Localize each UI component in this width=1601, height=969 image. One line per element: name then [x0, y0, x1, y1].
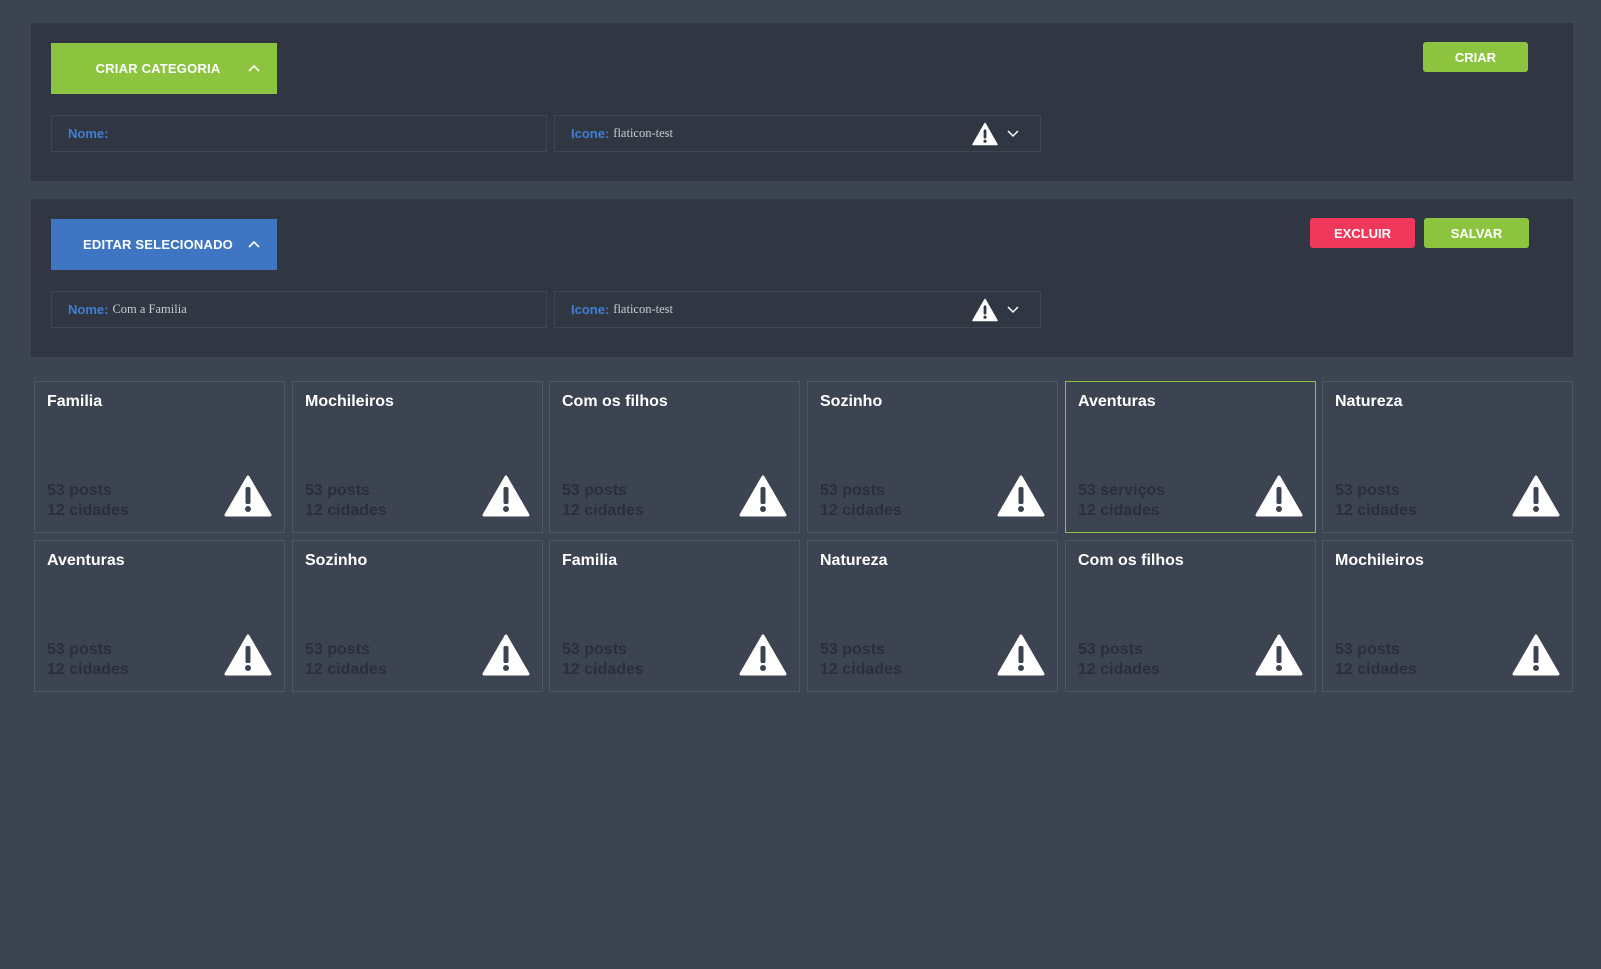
edit-selected-label: EDITAR SELECIONADO: [83, 237, 233, 252]
category-stats: 53 posts 12 cidades: [562, 640, 644, 680]
create-icon-value: flaticon-test: [613, 126, 673, 140]
edit-icon-select[interactable]: Icone: flaticon-test: [554, 291, 1041, 328]
category-stats: 53 posts 12 cidades: [820, 481, 902, 521]
category-card[interactable]: Sozinho 53 posts 12 cidades: [292, 540, 543, 692]
create-category-toggle[interactable]: CRIAR CATEGORIA: [51, 43, 277, 94]
category-card[interactable]: Mochileiros 53 posts 12 cidades: [1322, 540, 1573, 692]
category-count: 53 posts: [1335, 641, 1400, 658]
category-count: 53 posts: [820, 641, 885, 658]
save-button[interactable]: SALVAR: [1424, 218, 1529, 248]
category-title: Familia: [562, 552, 618, 569]
category-title: Natureza: [820, 552, 888, 569]
category-stats: 53 posts 12 cidades: [47, 640, 129, 680]
category-title: Aventuras: [47, 552, 125, 569]
category-title: Natureza: [1335, 393, 1403, 410]
category-cities: 12 cidades: [1078, 502, 1160, 519]
category-count: 53 posts: [562, 482, 627, 499]
category-card[interactable]: Aventuras 53 posts 12 cidades: [34, 540, 285, 692]
category-count: 53 posts: [1335, 482, 1400, 499]
warning-icon: [972, 298, 998, 322]
category-stats: 53 serviços 12 cidades: [1078, 481, 1165, 521]
warning-icon: [224, 634, 272, 676]
create-button[interactable]: CRIAR: [1423, 42, 1528, 72]
category-cities: 12 cidades: [305, 661, 387, 678]
category-card[interactable]: Com os filhos 53 posts 12 cidades: [1065, 540, 1316, 692]
category-count: 53 posts: [305, 641, 370, 658]
category-cities: 12 cidades: [305, 502, 387, 519]
edit-icon-label: Icone:: [571, 302, 610, 317]
create-icon-label: Icone:: [571, 126, 610, 141]
edit-icon-value: flaticon-test: [613, 302, 673, 316]
warning-icon: [972, 122, 998, 146]
category-card[interactable]: Natureza 53 posts 12 cidades: [1322, 381, 1573, 533]
warning-icon: [224, 475, 272, 517]
category-stats: 53 posts 12 cidades: [820, 640, 902, 680]
category-card[interactable]: Mochileiros 53 posts 12 cidades: [292, 381, 543, 533]
warning-icon: [1255, 475, 1303, 517]
category-card[interactable]: Com os filhos 53 posts 12 cidades: [549, 381, 800, 533]
create-category-panel: CRIAR CATEGORIA CRIAR Nome: Icone: flati…: [31, 23, 1573, 181]
category-card[interactable]: Sozinho 53 posts 12 cidades: [807, 381, 1058, 533]
category-count: 53 posts: [47, 641, 112, 658]
category-title: Mochileiros: [1335, 552, 1424, 569]
chevron-up-icon: [248, 64, 260, 72]
warning-icon: [997, 475, 1045, 517]
category-card[interactable]: Natureza 53 posts 12 cidades: [807, 540, 1058, 692]
category-card[interactable]: Familia 53 posts 12 cidades: [549, 540, 800, 692]
category-stats: 53 posts 12 cidades: [47, 481, 129, 521]
delete-button[interactable]: EXCLUIR: [1310, 218, 1415, 248]
category-stats: 53 posts 12 cidades: [1335, 640, 1417, 680]
edit-name-value: Com a Familia: [112, 302, 187, 316]
category-count: 53 posts: [820, 482, 885, 499]
category-title: Com os filhos: [1078, 552, 1184, 569]
category-card[interactable]: Aventuras 53 serviços 12 cidades: [1065, 381, 1316, 533]
edit-name-field[interactable]: Nome: Com a Familia: [51, 291, 547, 328]
warning-icon: [482, 475, 530, 517]
warning-icon: [739, 475, 787, 517]
category-cities: 12 cidades: [820, 661, 902, 678]
category-count: 53 posts: [1078, 641, 1143, 658]
warning-icon: [739, 634, 787, 676]
category-title: Sozinho: [820, 393, 883, 410]
chevron-down-icon[interactable]: [1006, 129, 1020, 138]
category-stats: 53 posts 12 cidades: [562, 481, 644, 521]
create-name-field[interactable]: Nome:: [51, 115, 547, 152]
create-category-label: CRIAR CATEGORIA: [95, 61, 221, 76]
category-stats: 53 posts 12 cidades: [1335, 481, 1417, 521]
category-cities: 12 cidades: [562, 502, 644, 519]
warning-icon: [1512, 634, 1560, 676]
category-count: 53 posts: [47, 482, 112, 499]
category-stats: 53 posts 12 cidades: [1078, 640, 1160, 680]
warning-icon: [1512, 475, 1560, 517]
category-cities: 12 cidades: [47, 502, 129, 519]
category-cities: 12 cidades: [1335, 661, 1417, 678]
category-cities: 12 cidades: [562, 661, 644, 678]
category-cities: 12 cidades: [820, 502, 902, 519]
category-title: Com os filhos: [562, 393, 668, 410]
chevron-up-icon: [248, 240, 260, 248]
category-title: Aventuras: [1078, 393, 1156, 410]
chevron-down-icon[interactable]: [1006, 305, 1020, 314]
warning-icon: [997, 634, 1045, 676]
category-count: 53 serviços: [1078, 482, 1166, 499]
warning-icon: [482, 634, 530, 676]
create-name-label: Nome:: [68, 126, 109, 141]
warning-icon: [1255, 634, 1303, 676]
category-card[interactable]: Familia 53 posts 12 cidades: [34, 381, 285, 533]
category-cities: 12 cidades: [47, 661, 129, 678]
edit-name-label: Nome:: [68, 302, 109, 317]
category-count: 53 posts: [305, 482, 370, 499]
edit-selected-toggle[interactable]: EDITAR SELECIONADO: [51, 219, 277, 270]
category-cities: 12 cidades: [1078, 661, 1160, 678]
category-title: Mochileiros: [305, 393, 394, 410]
category-title: Familia: [47, 393, 103, 410]
create-icon-select[interactable]: Icone: flaticon-test: [554, 115, 1041, 152]
category-title: Sozinho: [305, 552, 368, 569]
category-cities: 12 cidades: [1335, 502, 1417, 519]
edit-selected-panel: EDITAR SELECIONADO EXCLUIR SALVAR Nome: …: [31, 199, 1573, 357]
category-stats: 53 posts 12 cidades: [305, 481, 387, 521]
category-count: 53 posts: [562, 641, 627, 658]
category-stats: 53 posts 12 cidades: [305, 640, 387, 680]
